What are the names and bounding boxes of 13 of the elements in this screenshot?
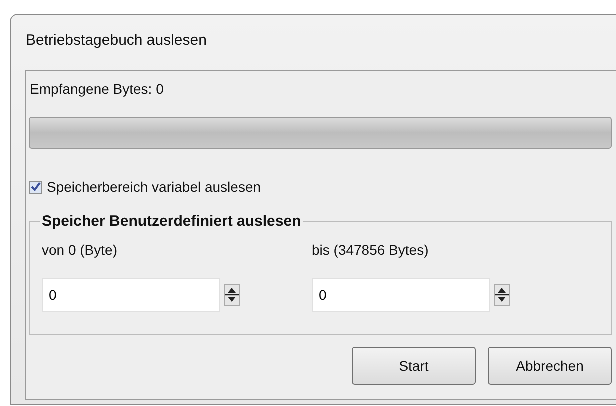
field-label: von 0 (Byte) (42, 242, 118, 260)
dialog-button[interactable]: Start (352, 347, 476, 385)
dialog-button[interactable]: Abbrechen (488, 347, 612, 385)
group-title: Speicher Benutzerdefiniert auslesen (41, 213, 302, 230)
spinner-arrows-icon[interactable] (224, 284, 240, 306)
received-bytes-label: Empfangene Bytes: 0 (29, 81, 165, 99)
checkbox[interactable] (29, 180, 42, 194)
number-input-field[interactable]: 0 (42, 278, 220, 312)
number-input-field[interactable]: 0 (312, 278, 490, 312)
field-label: bis (347856 Bytes) (312, 242, 430, 260)
checkbox-label[interactable]: Speicherbereich variabel auslesen (47, 179, 262, 195)
spinner-arrows-icon[interactable] (494, 284, 510, 306)
window-title: Betriebstagebuch auslesen (25, 31, 208, 51)
